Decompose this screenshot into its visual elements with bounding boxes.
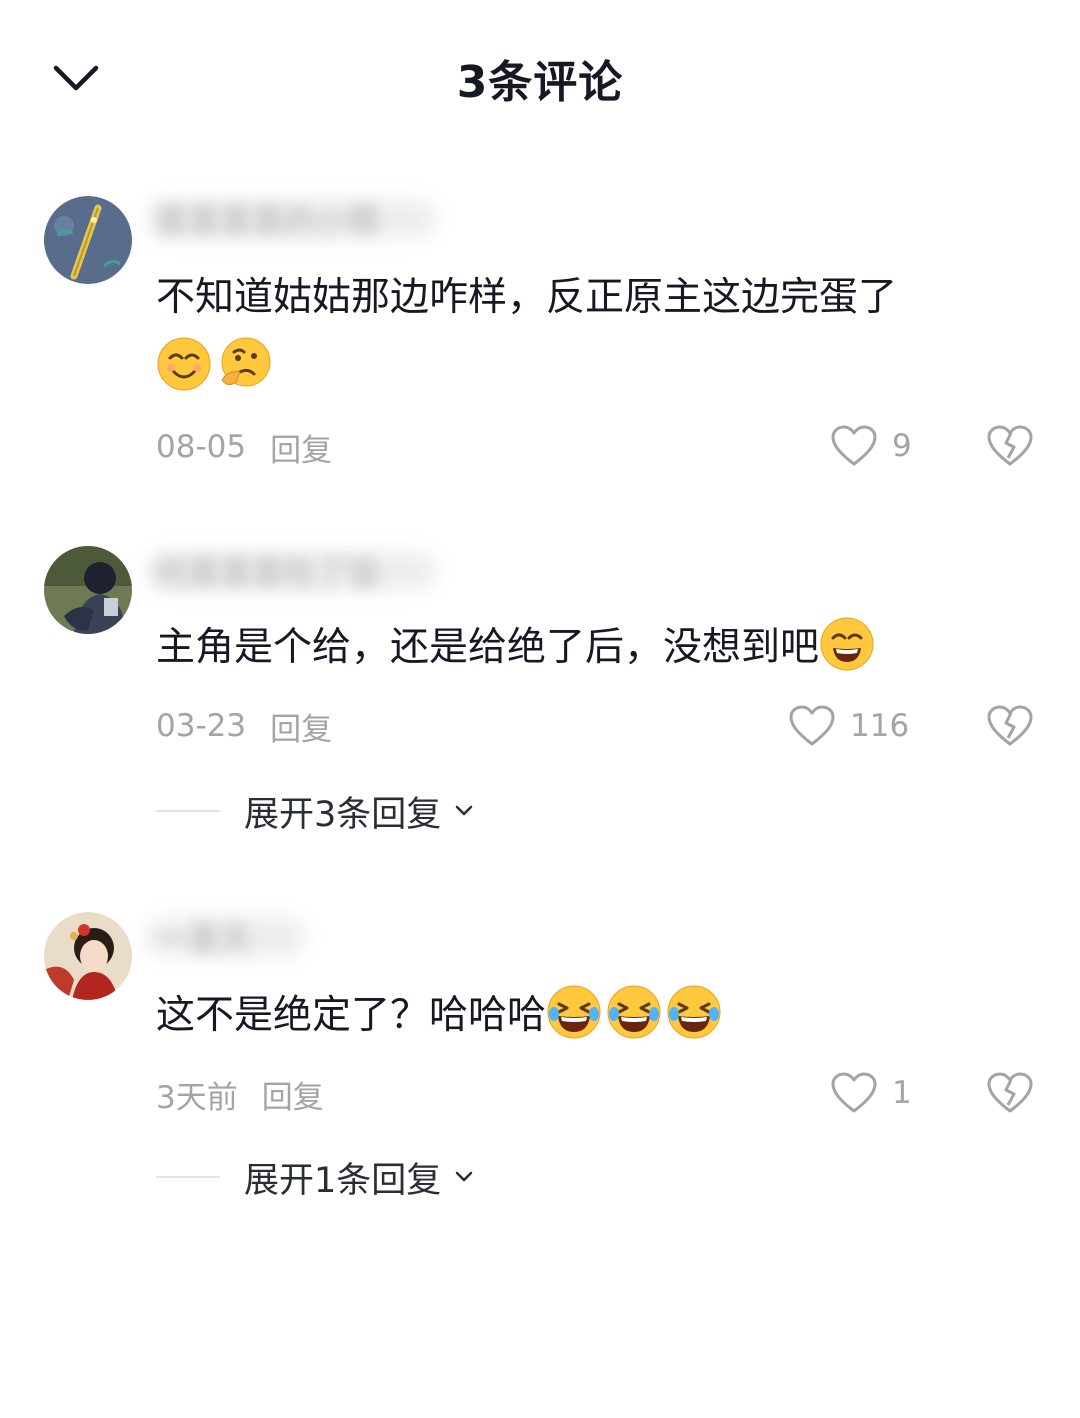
- chevron-down-icon: [453, 804, 475, 818]
- grin-emoji-icon: [820, 617, 874, 671]
- comment-meta: 03-23 回复: [156, 704, 332, 749]
- heart-icon: [789, 705, 835, 746]
- like-button[interactable]: 116: [788, 696, 909, 756]
- heart-icon: [831, 425, 877, 466]
- divider: [156, 1176, 220, 1178]
- expand-replies-button[interactable]: 展开1条回复: [156, 1152, 475, 1202]
- broken-heart-icon: [987, 425, 1033, 466]
- broken-heart-icon: [987, 705, 1033, 746]
- dislike-button[interactable]: [980, 696, 1040, 756]
- heart-icon: [831, 1072, 877, 1113]
- avatar[interactable]: [44, 196, 132, 284]
- laughing-emoji-icon: [547, 985, 601, 1039]
- username[interactable]: 一某天: [156, 915, 296, 959]
- comment-text: 这不是绝定了？哈哈哈: [156, 984, 1016, 1048]
- reply-button[interactable]: 回复: [262, 1072, 324, 1117]
- expand-replies-label: 展开1条回复: [244, 1160, 442, 1201]
- reply-button[interactable]: 回复: [270, 425, 332, 470]
- reply-button[interactable]: 回复: [270, 704, 332, 749]
- avatar[interactable]: [44, 546, 132, 634]
- like-button[interactable]: 9: [830, 416, 912, 476]
- expand-replies-button[interactable]: 展开3条回复: [156, 786, 475, 836]
- divider: [156, 810, 220, 812]
- like-count: 116: [850, 708, 910, 744]
- comment-date: 03-23: [156, 708, 247, 744]
- comment-text: 不知道姑姑那边咋样，反正原主这边完蛋了: [156, 266, 1016, 400]
- comment-sheet: 3条评论 某某某某的小帮 不知道姑姑那边咋样，反正原主这边完蛋了 08-05 回…: [0, 0, 1080, 1418]
- comment-meta: 08-05 回复: [156, 425, 332, 470]
- expand-replies-label: 展开3条回复: [244, 794, 442, 835]
- laughing-emoji-icon: [667, 985, 721, 1039]
- laughing-emoji-icon: [607, 985, 661, 1039]
- avatar[interactable]: [44, 912, 132, 1000]
- smile-emoji-icon: [157, 337, 211, 391]
- thinking-emoji-icon: [221, 337, 271, 387]
- comment-text: 主角是个给，还是给绝了后，没想到吧: [156, 616, 1016, 680]
- dislike-button[interactable]: [980, 1063, 1040, 1123]
- like-button[interactable]: 1: [830, 1063, 912, 1123]
- username[interactable]: 何某某某吃了饭: [156, 549, 426, 593]
- comment-date: 08-05: [156, 429, 247, 465]
- like-count: 1: [892, 1075, 912, 1111]
- broken-heart-icon: [987, 1072, 1033, 1113]
- dislike-button[interactable]: [980, 416, 1040, 476]
- chevron-down-icon: [453, 1170, 475, 1184]
- username[interactable]: 某某某某的小帮: [156, 197, 426, 241]
- page-title: 3条评论: [456, 57, 624, 108]
- comment-date: 3天前: [156, 1079, 238, 1116]
- like-count: 9: [892, 428, 912, 464]
- comment-meta: 3天前 回复: [156, 1072, 324, 1117]
